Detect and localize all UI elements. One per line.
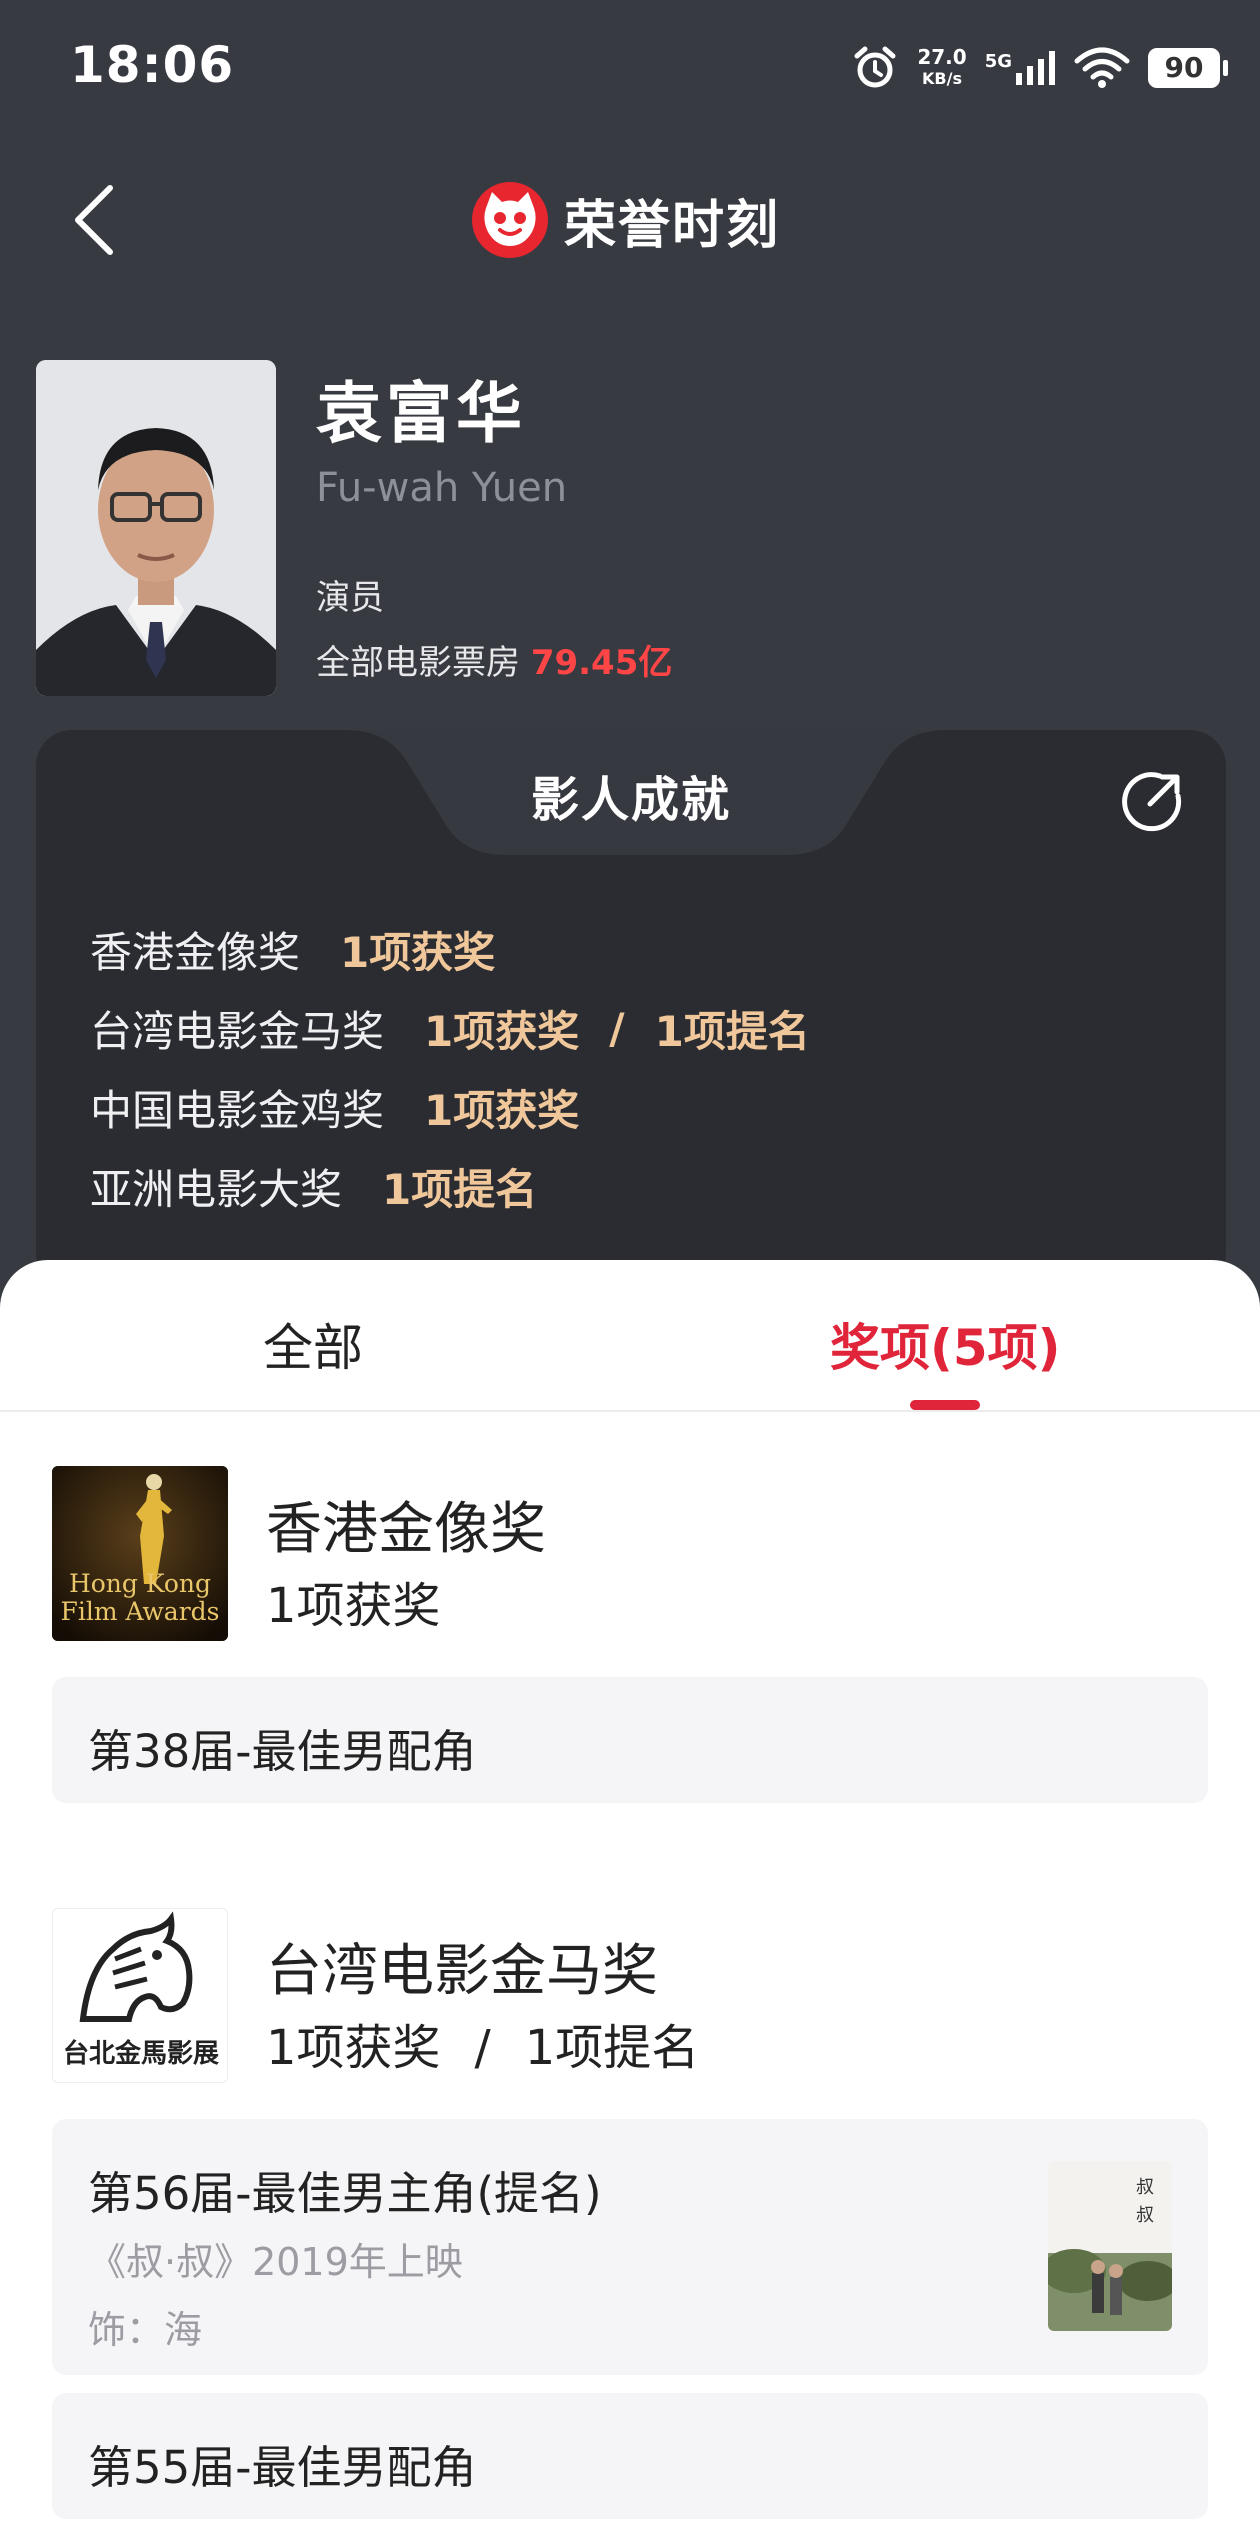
alarm-icon (854, 46, 896, 88)
award-item[interactable]: 第55届-最佳男配角 (52, 2393, 1208, 2519)
golden-horse-logo: 台北金馬影展 (52, 1908, 228, 2083)
film-info: 《叔·叔》2019年上映 (88, 2240, 463, 2284)
person-role: 演员 (316, 578, 384, 618)
battery-indicator: 90 (1148, 48, 1228, 88)
award-item[interactable]: 第56届-最佳男主角(提名) 《叔·叔》2019年上映 饰：海 叔 叔 (52, 2119, 1208, 2375)
person-photo[interactable] (36, 360, 276, 696)
award-group-hkfa: Hong Kong Film Awards 香港金像奖 1项获奖 第38届-最佳… (52, 1466, 1208, 1803)
character-info: 饰：海 (88, 2308, 203, 2352)
net-speed: 27.0 KB/s (917, 45, 967, 88)
award-count: 1项获奖/1项提名 (266, 2020, 700, 2076)
box-office: 全部电影票房 79.45亿 (316, 643, 673, 683)
person-profile: 袁富华 Fu-wah Yuen 演员 全部电影票房 79.45亿 (36, 360, 1226, 696)
tab-all[interactable]: 全部 (263, 1308, 363, 1380)
award-header[interactable]: 台北金馬影展 台湾电影金马奖 1项获奖/1项提名 (52, 1908, 1208, 2083)
tab-active-indicator (910, 1400, 980, 1410)
achievement-row[interactable]: 中国电影金鸡奖 1项获奖 (90, 1068, 810, 1147)
status-time: 18:06 (70, 36, 235, 94)
achievement-list: 香港金像奖 1项获奖 台湾电影金马奖 1项获奖 / 1项提名 中国电影金鸡奖 1… (90, 910, 810, 1226)
chevron-left-icon (75, 185, 113, 255)
maoyan-cat-logo-icon (472, 182, 548, 258)
share-button[interactable] (1120, 770, 1184, 834)
award-count: 1项获奖 (266, 1578, 441, 1634)
achievement-card: 影人成就 香港金像奖 1项获奖 台湾电影金马奖 1项获奖 / 1项提名 中国电影… (36, 730, 1226, 1290)
tab-awards[interactable]: 奖项(5项) (830, 1308, 1061, 1380)
film-poster[interactable]: 叔 叔 (1048, 2161, 1172, 2331)
tab-bar: 全部 奖项(5项) (0, 1260, 1260, 1412)
achievement-row[interactable]: 台湾电影金马奖 1项获奖 / 1项提名 (90, 989, 810, 1068)
award-name: 香港金像奖 (266, 1497, 546, 1562)
nav-title-group: 荣誉时刻 (470, 180, 780, 260)
nav-bar: 荣誉时刻 (0, 150, 1260, 290)
portrait-image (36, 360, 276, 696)
poster-image: 叔 叔 (1048, 2161, 1172, 2331)
awards-sheet: 全部 奖项(5项) Hong Kong Film Awards 香港金像奖 1项… (0, 1260, 1260, 2535)
award-header[interactable]: Hong Kong Film Awards 香港金像奖 1项获奖 (52, 1466, 1208, 1641)
status-bar: 18:06 27.0 KB/s 5G 90 (0, 0, 1260, 132)
award-name: 台湾电影金马奖 (266, 1939, 658, 2004)
status-icons: 27.0 KB/s 5G 90 (851, 38, 1228, 98)
box-office-value: 79.45亿 (530, 643, 673, 683)
wifi-icon (1074, 47, 1130, 88)
person-english-name: Fu-wah Yuen (316, 465, 568, 511)
award-group-golden-horse: 台北金馬影展 台湾电影金马奖 1项获奖/1项提名 第56届-最佳男主角(提名) … (52, 1908, 1208, 2519)
award-item[interactable]: 第38届-最佳男配角 (52, 1677, 1208, 1803)
achievement-title: 影人成就 (530, 772, 731, 828)
back-button[interactable] (60, 180, 130, 260)
horse-head-icon (79, 1911, 193, 2022)
cell-signal-icon: 5G (985, 51, 1056, 85)
hkfa-logo: Hong Kong Film Awards (52, 1466, 228, 1641)
share-icon (1122, 772, 1182, 832)
svg-text:叔: 叔 (1136, 2177, 1154, 2198)
person-name: 袁富华 (316, 375, 526, 452)
svg-text:叔: 叔 (1136, 2205, 1154, 2226)
achievement-row[interactable]: 亚洲电影大奖 1项提名 (90, 1147, 810, 1226)
achievement-row[interactable]: 香港金像奖 1项获奖 (90, 910, 810, 989)
page-title: 荣誉时刻 (564, 195, 781, 256)
